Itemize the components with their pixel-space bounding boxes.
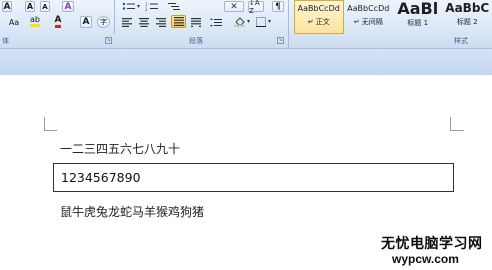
grow-font-button-2[interactable]: A: [25, 1, 35, 12]
styles-group-label: 样式: [454, 37, 468, 45]
crop-mark: [450, 130, 464, 131]
style-no-spacing[interactable]: AaBbCcDd ↵ 无间隔: [344, 0, 394, 34]
multilevel-list-button[interactable]: [166, 1, 182, 12]
shading-button[interactable]: [231, 16, 247, 28]
crop-mark: [44, 130, 57, 131]
crop-mark: [450, 117, 451, 130]
watermark-url: wypcw.com: [392, 252, 459, 266]
char-shading-button[interactable]: A: [80, 16, 92, 28]
enclose-char-button[interactable]: 字: [97, 16, 110, 28]
paragraph-group-label: 段落: [189, 37, 203, 45]
word-window: { "ribbon": { "row1": { "grow_font_a": "…: [0, 0, 492, 270]
ribbon-bottom-bar: [0, 49, 492, 75]
align-right-button[interactable]: [154, 16, 168, 28]
shading-icon: [233, 17, 245, 27]
borders-button[interactable]: [254, 16, 268, 28]
watermark-title: 无忧电脑学习网: [381, 236, 483, 252]
align-left-button[interactable]: [120, 16, 134, 28]
font-color-button[interactable]: A: [52, 15, 64, 28]
paragraph-dialog-launcher[interactable]: ↘: [277, 37, 284, 44]
text-line-3: 鼠牛虎兔龙蛇马羊猴鸡狗猪: [60, 205, 205, 219]
shrink-font-button[interactable]: A: [40, 1, 50, 12]
style-sample: AaBbC: [445, 1, 490, 15]
style-name: ↵ 正文: [307, 18, 330, 26]
direction-button[interactable]: ✕: [224, 1, 244, 12]
style-normal[interactable]: AaBbCcDd ↵ 正文: [294, 0, 344, 34]
svg-text:2: 2: [145, 7, 148, 11]
numbering-button[interactable]: 12: [144, 1, 160, 12]
x-icon: ✕: [230, 1, 238, 12]
borders-icon: [256, 17, 266, 27]
style-sample: AaBl: [397, 0, 439, 18]
chevron-down-icon[interactable]: ▾: [137, 3, 140, 10]
center-button[interactable]: [137, 16, 151, 28]
distributed-button[interactable]: [189, 16, 203, 28]
clear-formatting-button[interactable]: A: [62, 1, 74, 12]
eraser-icon: A: [64, 1, 72, 12]
highlight-button[interactable]: ab: [28, 15, 42, 28]
style-sample: AaBbCcDd: [347, 4, 390, 13]
bullet-list-icon: [122, 2, 135, 10]
justify-button[interactable]: [171, 15, 186, 28]
style-name: ↵ 无间隔: [353, 18, 383, 26]
text-line-1: 一二三四五六七八九十: [60, 142, 181, 156]
ribbon: A A A A ▾ 12 ✕ ↓A Z ¶ Aa ab A A 字 ▾ ▾ Aa…: [0, 0, 492, 49]
bordered-paragraph: 1234567890: [53, 163, 454, 192]
numbered-list-icon: 12: [145, 2, 158, 11]
launcher-icon: ↘: [278, 37, 283, 43]
chevron-down-icon[interactable]: ▾: [247, 18, 250, 25]
style-name: 标题 2: [456, 18, 478, 26]
style-heading-1[interactable]: AaBl 标题 1: [393, 0, 443, 34]
show-marks-button[interactable]: ¶: [272, 1, 284, 12]
crop-mark: [44, 117, 45, 130]
align-left-icon: [122, 17, 132, 27]
group-separator: [288, 0, 289, 48]
multilevel-list-icon: [168, 3, 180, 10]
justify-icon: [173, 17, 184, 26]
highlighter-icon: ab: [30, 16, 40, 27]
align-right-icon: [156, 17, 166, 27]
line-spacing-button[interactable]: [208, 16, 224, 28]
font-color-icon: A: [54, 15, 62, 28]
grow-font-button[interactable]: A: [2, 1, 12, 12]
style-heading-2[interactable]: AaBbC 标题 2: [443, 0, 492, 34]
sort-button[interactable]: ↓A Z: [248, 0, 264, 15]
align-center-icon: [139, 17, 149, 27]
line-spacing-icon: [210, 17, 222, 27]
bullets-button[interactable]: [121, 1, 137, 12]
change-case-button[interactable]: Aa: [6, 16, 22, 28]
styles-gallery: AaBbCcDd ↵ 正文 AaBbCcDd ↵ 无间隔 AaBl 标题 1 A…: [294, 0, 492, 34]
distributed-icon: [191, 17, 201, 27]
style-name: 标题 1: [407, 19, 429, 27]
font-group-label: 体: [2, 37, 9, 45]
chevron-down-icon[interactable]: ▾: [268, 18, 271, 25]
launcher-icon: ↘: [106, 37, 111, 43]
style-sample: AaBbCcDd: [297, 4, 340, 13]
group-separator: [114, 0, 115, 34]
font-dialog-launcher[interactable]: ↘: [105, 37, 112, 44]
